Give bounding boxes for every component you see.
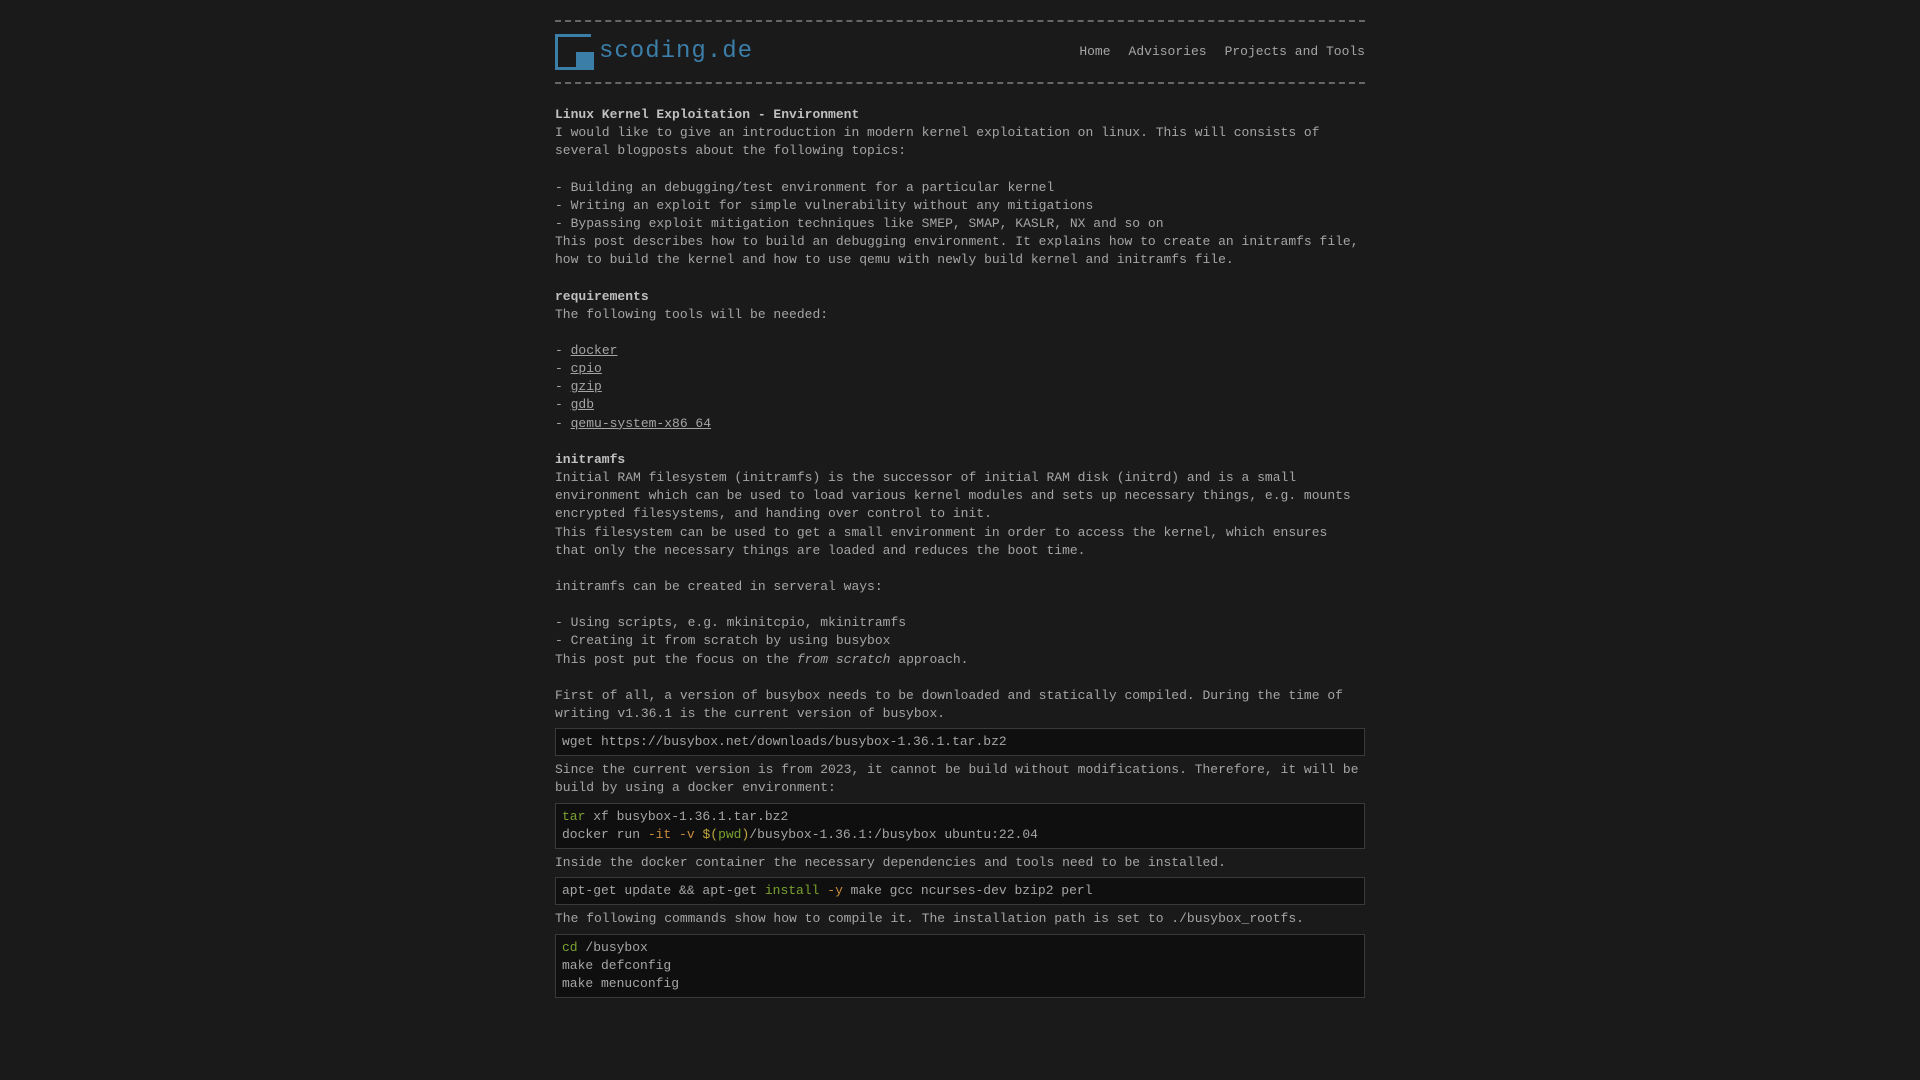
req-item: - cpio: [555, 360, 1365, 378]
tk: docker run: [562, 827, 648, 842]
link-docker[interactable]: docker: [571, 343, 618, 358]
link-cpio[interactable]: cpio: [571, 361, 602, 376]
code-apt: apt-get update && apt-get install -y mak…: [555, 877, 1365, 905]
nav-projects[interactable]: Projects and Tools: [1225, 43, 1365, 61]
page-title: Linux Kernel Exploitation - Environment: [555, 106, 1365, 124]
docker-p: Since the current version is from 2023, …: [555, 761, 1365, 797]
tk: tar: [562, 809, 585, 824]
nav-advisories[interactable]: Advisories: [1129, 43, 1207, 61]
tk: make defconfig: [562, 958, 671, 973]
tk: [671, 827, 679, 842]
intro-post: This post describes how to build an debu…: [555, 233, 1365, 269]
tk: xf busybox-1.36.1.tar.bz2: [585, 809, 788, 824]
tk: make menuconfig: [562, 976, 679, 991]
tk: -y: [827, 883, 843, 898]
requirements-heading: requirements: [555, 288, 1365, 306]
topic-item: - Bypassing exploit mitigation technique…: [555, 215, 1365, 233]
topic-item: - Building an debugging/test environment…: [555, 179, 1365, 197]
tk: -v: [679, 827, 695, 842]
focus-italic: from scratch: [797, 652, 891, 667]
req-item: - gdb: [555, 396, 1365, 414]
tk: $(: [695, 827, 718, 842]
tk: /busybox-1.36.1:/busybox ubuntu:22.04: [749, 827, 1038, 842]
req-item: - docker: [555, 342, 1365, 360]
tk: pwd: [718, 827, 741, 842]
topic-item: - Writing an exploit for simple vulnerab…: [555, 197, 1365, 215]
main-nav: Home Advisories Projects and Tools: [1079, 43, 1365, 61]
initramfs-heading: initramfs: [555, 451, 1365, 469]
tk: apt-get update && apt-get: [562, 883, 765, 898]
initramfs-p2: This filesystem can be used to get a sma…: [555, 524, 1365, 560]
code-line: wget https://busybox.net/downloads/busyb…: [562, 734, 1007, 749]
article-content: Linux Kernel Exploitation - Environment …: [555, 84, 1365, 998]
inside-p: Inside the docker container the necessar…: [555, 854, 1365, 872]
link-gzip[interactable]: gzip: [571, 379, 602, 394]
req-item: - gzip: [555, 378, 1365, 396]
req-item: - qemu-system-x86_64: [555, 415, 1365, 433]
code-compile: cd /busybox make defconfig make menuconf…: [555, 934, 1365, 999]
tk: /busybox: [578, 940, 648, 955]
compile-p: The following commands show how to compi…: [555, 910, 1365, 928]
focus-post: approach.: [890, 652, 968, 667]
initramfs-way: - Creating it from scratch by using busy…: [555, 632, 1365, 650]
tk: install: [765, 883, 820, 898]
intro-text: I would like to give an introduction in …: [555, 124, 1365, 160]
code-docker: tar xf busybox-1.36.1.tar.bz2 docker run…: [555, 803, 1365, 849]
link-gdb[interactable]: gdb: [571, 397, 594, 412]
link-qemu[interactable]: qemu-system-x86_64: [571, 416, 711, 431]
code-wget: wget https://busybox.net/downloads/busyb…: [555, 728, 1365, 756]
site-logo[interactable]: scoding.de: [555, 34, 753, 70]
tk: cd: [562, 940, 578, 955]
focus-pre: This post put the focus on the: [555, 652, 797, 667]
initramfs-way: - Using scripts, e.g. mkinitcpio, mkinit…: [555, 614, 1365, 632]
busybox-p: First of all, a version of busybox needs…: [555, 687, 1365, 723]
logo-icon: [555, 34, 591, 70]
tk: make gcc ncurses-dev bzip2 perl: [843, 883, 1093, 898]
focus-line: This post put the focus on the from scra…: [555, 651, 1365, 669]
header: scoding.de Home Advisories Projects and …: [555, 22, 1365, 82]
initramfs-p3: initramfs can be created in serveral way…: [555, 578, 1365, 596]
initramfs-p1: Initial RAM filesystem (initramfs) is th…: [555, 469, 1365, 524]
logo-text: scoding.de: [599, 35, 753, 69]
nav-home[interactable]: Home: [1079, 43, 1110, 61]
tk: -it: [648, 827, 671, 842]
requirements-intro: The following tools will be needed:: [555, 306, 1365, 324]
